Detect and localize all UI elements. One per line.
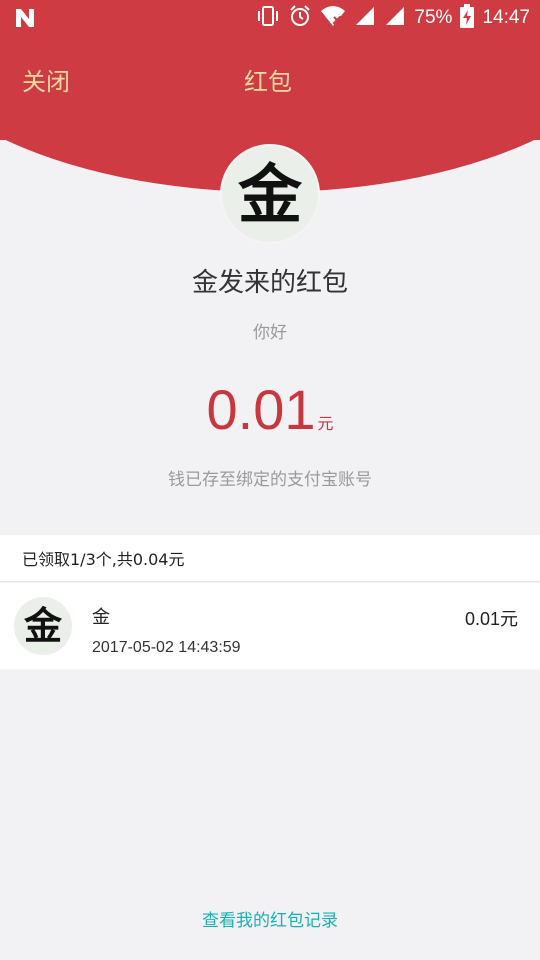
amount-unit: 元 bbox=[317, 414, 334, 433]
claim-summary: 已领取1/3个,共0.04元 bbox=[0, 535, 540, 582]
vibrate-icon bbox=[256, 5, 280, 31]
close-button[interactable]: 关闭 bbox=[22, 62, 70, 97]
deposit-note: 钱已存至绑定的支付宝账号 bbox=[168, 470, 372, 490]
signal-icon bbox=[354, 5, 376, 31]
greeting-message: 你好 bbox=[253, 323, 287, 343]
signal-icon-2 bbox=[384, 5, 406, 31]
clock-time: 14:47 bbox=[482, 7, 530, 28]
claim-summary-text: 已领取1/3个,共0.04元 bbox=[22, 550, 185, 569]
received-amount: 0.01 元 bbox=[0, 378, 540, 442]
page-title: 红包 bbox=[244, 68, 292, 96]
avatar: 金 bbox=[14, 597, 72, 655]
red-packet-detail-screen: 75% 14:47 关闭 红包 金 金发来的红包 你好 0.01 元 钱已存至绑定… bbox=[0, 0, 540, 960]
status-bar: 75% 14:47 bbox=[0, 0, 540, 36]
list-item[interactable]: 金 金 2017-05-02 14:43:59 0.01元 bbox=[0, 583, 540, 669]
wifi-icon bbox=[320, 5, 346, 31]
view-history-link[interactable]: 查看我的红包记录 bbox=[0, 906, 540, 931]
record-name: 金 bbox=[92, 607, 110, 628]
alarm-icon bbox=[288, 4, 312, 32]
record-time: 2017-05-02 14:43:59 bbox=[92, 639, 241, 656]
record-avatar-glyph: 金 bbox=[23, 603, 62, 648]
sender-title: 金发来的红包 bbox=[191, 268, 348, 298]
sender-avatar: 金 bbox=[220, 144, 320, 244]
n-app-icon bbox=[14, 7, 36, 33]
amount-value: 0.01 bbox=[206, 378, 316, 441]
battery-percent: 75% bbox=[414, 7, 453, 28]
sender-avatar-glyph: 金 bbox=[238, 158, 302, 233]
battery-charging-icon bbox=[460, 4, 475, 32]
record-amount: 0.01元 bbox=[464, 609, 518, 629]
